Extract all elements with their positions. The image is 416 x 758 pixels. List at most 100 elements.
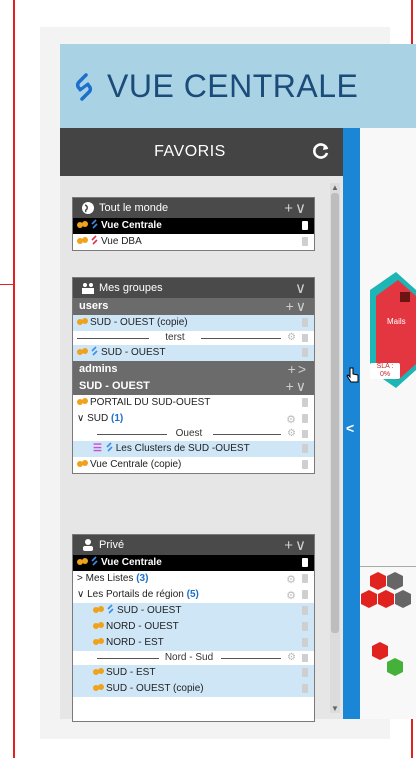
item-label: NORD - OUEST (106, 621, 179, 632)
trash-icon[interactable] (302, 622, 308, 631)
gear-icon[interactable]: ⚙ (287, 331, 296, 345)
chevron-down-icon[interactable]: ∨ (77, 413, 84, 424)
trash-icon[interactable] (302, 444, 308, 453)
trash-icon[interactable] (302, 334, 308, 342)
card-header-tout-le-monde[interactable]: Tout le monde +∨ (73, 198, 314, 218)
group-icon (77, 318, 88, 325)
add-collapse-controls[interactable]: +∨ (284, 199, 308, 217)
globe-icon (82, 202, 94, 214)
item-label: NORD - EST (106, 637, 164, 648)
favoris-title: FAVORIS (154, 143, 226, 160)
refresh-icon[interactable] (311, 141, 331, 161)
list-item-mes-listes[interactable]: > Mes Listes (3) ⚙ (73, 571, 314, 587)
trash-icon[interactable] (302, 237, 308, 246)
trash-icon[interactable] (302, 574, 308, 583)
collapse-icon[interactable]: ∨ (295, 279, 308, 297)
group-icon (77, 237, 88, 244)
item-label: SUD - OUEST (copie) (90, 317, 188, 328)
trash-icon[interactable] (302, 638, 308, 647)
list-item-portails-region[interactable]: ∨ Les Portails de région (5) ⚙ (73, 587, 314, 603)
chevron-left-icon[interactable]: < (346, 420, 354, 436)
card-prive: Privé +∨ Vue Centrale > Mes Listes (3) ⚙… (72, 534, 315, 722)
group-icon (77, 398, 88, 405)
trash-icon[interactable] (302, 460, 308, 469)
list-item-portail-nord-ouest[interactable]: NORD - OUEST (73, 619, 314, 635)
card-title: Mes groupes (99, 282, 163, 294)
trash-icon[interactable] (302, 654, 308, 662)
gear-icon[interactable]: ⚙ (287, 427, 296, 441)
list-item-portail-sud-ouest[interactable]: SUD - OUEST (73, 603, 314, 619)
link-logo-icon (75, 73, 93, 101)
list-item-sud-folder[interactable]: ∨ SUD (1) ⚙ (73, 411, 314, 427)
add-collapse-controls[interactable]: +∨ (286, 378, 308, 395)
section-users[interactable]: users +∨ (73, 298, 314, 315)
trash-icon[interactable] (302, 221, 308, 230)
sidebar-collapse-bar[interactable]: < (343, 128, 360, 719)
sidebar-scrollbar[interactable]: ▲ ▼ (330, 183, 340, 713)
list-item-portail-nord-est[interactable]: NORD - EST (73, 635, 314, 651)
section-admins[interactable]: admins +> (73, 361, 314, 378)
group-icon (77, 348, 88, 355)
card-title: Tout le monde (99, 202, 169, 214)
trash-icon[interactable] (302, 590, 308, 599)
list-item-vue-centrale-prive[interactable]: Vue Centrale (73, 555, 314, 571)
group-icon (77, 221, 88, 228)
section-label: admins (79, 363, 118, 375)
trash-icon[interactable] (302, 414, 308, 423)
list-item-vue-centrale[interactable]: Vue Centrale (73, 218, 314, 234)
scrollbar-thumb[interactable] (331, 193, 339, 633)
app-title: VUE CENTRALE (107, 68, 359, 104)
list-item-clusters[interactable]: ☰ Les Clusters de SUD -OUEST (73, 441, 314, 457)
list-item-vue-centrale-copie[interactable]: Vue Centrale (copie) (73, 457, 314, 473)
hex-cluster[interactable] (360, 572, 416, 692)
group-icon (93, 606, 104, 613)
group-icon (93, 684, 104, 691)
section-sud-ouest[interactable]: SUD - OUEST +∨ (73, 378, 314, 395)
trash-icon[interactable] (302, 606, 308, 615)
gear-icon[interactable]: ⚙ (286, 412, 296, 428)
list-item-sud-ouest[interactable]: SUD - OUEST (73, 345, 314, 361)
list-item-sud-ouest-copie-prive[interactable]: SUD - OUEST (copie) (73, 681, 314, 697)
add-expand-controls[interactable]: +> (288, 361, 308, 378)
section-label: users (79, 300, 109, 312)
add-collapse-controls[interactable]: +∨ (286, 298, 308, 315)
divider-label: Nord - Sud (164, 652, 214, 663)
trash-icon[interactable] (302, 430, 308, 438)
item-label: PORTAIL DU SUD-OUEST (90, 397, 211, 408)
trash-icon[interactable] (302, 668, 308, 677)
item-label: SUD (87, 413, 109, 424)
item-count: (3) (136, 573, 149, 584)
group-icon (77, 558, 88, 565)
gear-icon[interactable]: ⚙ (287, 651, 296, 665)
frame-line-left (13, 0, 15, 758)
card-header-prive[interactable]: Privé +∨ (73, 535, 314, 555)
user-icon (83, 539, 93, 551)
chevron-right-icon[interactable]: > (77, 573, 83, 584)
chevron-down-icon[interactable]: ∨ (77, 589, 84, 600)
favoris-bar: FAVORIS (60, 128, 343, 176)
link-icon (106, 442, 113, 452)
scroll-down-icon[interactable]: ▼ (331, 704, 339, 713)
trash-icon[interactable] (302, 398, 308, 407)
add-collapse-controls[interactable]: +∨ (284, 536, 308, 554)
trash-icon[interactable] (302, 558, 308, 567)
trash-icon[interactable] (302, 318, 308, 327)
card-mes-groupes: Mes groupes ∨ users +∨ SUD - OUEST (copie… (72, 277, 315, 474)
item-label: Les Clusters de SUD -OUEST (115, 443, 250, 454)
hand-cursor-icon (346, 367, 359, 383)
gear-icon[interactable]: ⚙ (286, 588, 296, 604)
item-label: Vue DBA (101, 236, 142, 247)
users-group-icon (82, 283, 94, 294)
trash-icon[interactable] (302, 684, 308, 693)
list-item-sud-ouest-copie[interactable]: SUD - OUEST (copie) (73, 315, 314, 331)
list-item-vue-dba[interactable]: Vue DBA (73, 234, 314, 250)
group-icon (93, 668, 104, 675)
card-header-mes-groupes[interactable]: Mes groupes ∨ (73, 278, 314, 298)
divider-ouest: Ouest ⚙ (73, 427, 314, 441)
scroll-up-icon[interactable]: ▲ (331, 183, 339, 192)
sla-badge: SLA :0% (370, 363, 400, 379)
list-item-sud-est[interactable]: SUD - EST (73, 665, 314, 681)
trash-icon[interactable] (302, 348, 308, 357)
gear-icon[interactable]: ⚙ (286, 572, 296, 588)
list-item-portail-sud-ouest[interactable]: PORTAIL DU SUD-OUEST (73, 395, 314, 411)
